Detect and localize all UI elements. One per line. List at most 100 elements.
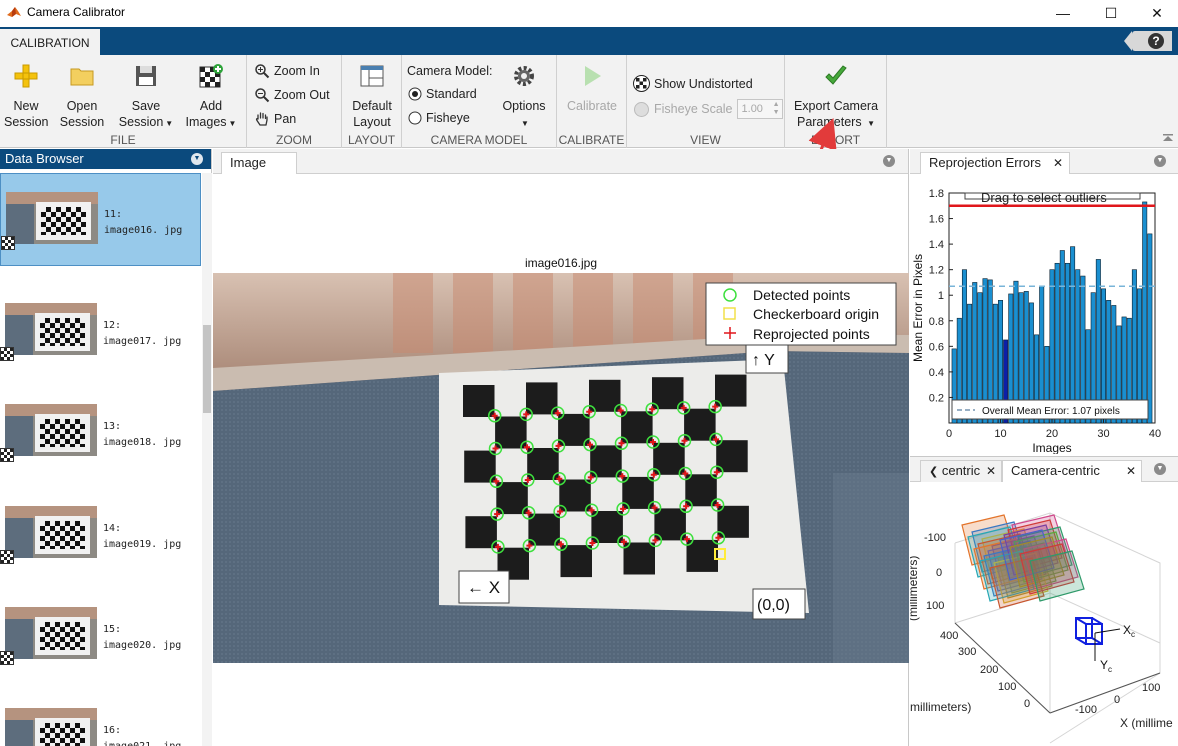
list-item[interactable]: 12: image017. jpg — [0, 285, 201, 378]
checker-square — [560, 545, 592, 578]
open-session-button[interactable]: Open Session — [58, 63, 106, 130]
tab-image[interactable]: Image — [221, 152, 297, 174]
calibrate-button[interactable]: Calibrate — [562, 63, 622, 114]
error-bar[interactable] — [1054, 262, 1060, 424]
tab-left-arrow-icon[interactable]: ❮ — [929, 466, 938, 478]
standard-radio[interactable]: Standard — [408, 87, 477, 101]
tab-calibration[interactable]: CALIBRATION — [0, 29, 100, 55]
x-tick-0: 0 — [1114, 694, 1120, 706]
list-item[interactable]: 11: image016. jpg — [0, 173, 201, 266]
error-bar[interactable] — [1147, 233, 1153, 424]
legend-detected: Detected points — [753, 287, 850, 303]
checkerboard-status-icon — [0, 550, 14, 564]
section-title-view: VIEW — [690, 133, 721, 147]
list-item[interactable]: 16:image021. jpg — [0, 690, 201, 746]
close-pattern-tab-icon[interactable]: ✕ — [986, 461, 996, 481]
camera-menu-icon[interactable]: ▼ — [1154, 463, 1166, 475]
export-camera-parameters-button[interactable]: Export Camera Parameters ▼ — [790, 63, 882, 132]
radio-empty-icon — [408, 111, 422, 125]
error-bar[interactable] — [1095, 259, 1101, 424]
checkerboard-status-icon — [0, 347, 14, 361]
y-tick-200: 200 — [980, 664, 998, 676]
thumbnail-label: 13: image018. jpg — [103, 421, 182, 448]
x-tick-label: 20 — [1046, 428, 1058, 440]
origin-tag-text: (0,0) — [757, 597, 790, 614]
pan-button[interactable]: Pan — [254, 111, 296, 127]
minimize-button[interactable]: — — [1040, 0, 1086, 26]
xc-label: Xc — [1123, 623, 1135, 639]
x-tick-label: 30 — [1097, 428, 1109, 440]
add-images-button[interactable]: Add Images ▼ — [182, 63, 240, 132]
layout-icon — [360, 65, 384, 87]
ribbon-tabstrip: CALIBRATION ? — [0, 27, 1178, 55]
error-bar[interactable] — [1059, 250, 1065, 424]
tab-pattern-centric[interactable]: ❮ centric ✕ — [920, 460, 1002, 482]
list-item[interactable]: 13: image018. jpg — [0, 386, 201, 479]
help-icon: ? — [1148, 33, 1164, 49]
reprojection-menu-icon[interactable]: ▼ — [1154, 155, 1166, 167]
y-tick-400: 400 — [940, 630, 958, 642]
add-images-label: Add Images ▼ — [185, 99, 237, 129]
default-layout-button[interactable]: Default Layout — [348, 63, 396, 130]
camera-glyph — [1075, 617, 1103, 645]
gear-icon — [514, 66, 534, 86]
standard-label: Standard — [426, 87, 477, 101]
list-item[interactable]: 15: image020. jpg — [0, 589, 201, 682]
help-button[interactable]: ? — [1124, 31, 1172, 51]
close-button[interactable]: ✕ — [1134, 0, 1178, 26]
fisheye-radio[interactable]: Fisheye — [408, 111, 470, 125]
tab-camera-centric[interactable]: Camera-centric ✕ — [1002, 460, 1142, 482]
reprojection-error-chart[interactable]: Drag to select outliers Overall Mean Erro… — [910, 174, 1178, 454]
thumbnail-label: 12: image017. jpg — [103, 320, 182, 347]
thumbnail-label: 16:image021. jpg — [103, 725, 181, 746]
image-panel-tabbar: Image ▼ — [213, 149, 908, 174]
tab-reprojection-errors[interactable]: Reprojection Errors ✕ — [920, 152, 1070, 174]
pattern-centric-tab-label: centric — [941, 463, 981, 478]
error-bar[interactable] — [1070, 246, 1076, 424]
checkerboard-status-icon — [1, 236, 15, 250]
new-session-button[interactable]: New Session — [4, 63, 48, 130]
zoom-in-button[interactable]: Zoom In — [254, 63, 320, 79]
pattern-frame — [1029, 550, 1085, 602]
zoom-out-button[interactable]: Zoom Out — [254, 87, 330, 103]
maximize-button[interactable]: ☐ — [1088, 0, 1134, 26]
y-tick-label: 1.6 — [929, 214, 944, 226]
pattern-frames — [961, 514, 1085, 609]
y-tick-0: 0 — [1024, 698, 1030, 710]
collapse-toolstrip-icon[interactable] — [1162, 133, 1174, 143]
save-session-button[interactable]: Save Session ▼ — [118, 63, 174, 132]
show-undistorted-button[interactable]: Show Undistorted — [633, 75, 753, 92]
fisheye-label: Fisheye — [426, 111, 470, 125]
window-title: Camera Calibrator — [27, 5, 126, 19]
image-panel-menu-icon[interactable]: ▼ — [883, 155, 895, 167]
camera-calibrator-app: Camera Calibrator — ☐ ✕ CALIBRATION ? Ne… — [0, 0, 1178, 746]
section-title-file: FILE — [110, 133, 136, 147]
zoom-out-label: Zoom Out — [274, 88, 330, 102]
x-axis-label: X (millime — [1120, 716, 1173, 730]
options-button[interactable]: Options ▼ — [498, 63, 550, 132]
zoom-in-label: Zoom In — [274, 64, 320, 78]
browser-menu-icon[interactable]: ▼ — [191, 153, 203, 165]
camera-centric-plot[interactable]: Xc Yc -100 0 100 400 300 200 100 0 100 0… — [910, 483, 1178, 746]
browser-scroll-thumb[interactable] — [203, 325, 211, 413]
data-browser: Data Browser ▼ 11: image016. jpg 12: image0… — [0, 149, 212, 746]
error-bar[interactable] — [1142, 201, 1148, 424]
list-item[interactable]: 14: image019. jpg — [0, 488, 201, 581]
thumbnail-image — [6, 192, 98, 244]
camera-model-label: Camera Model: — [407, 64, 493, 78]
z-axis-label: (millimeters) — [910, 556, 920, 621]
thumbnail-label: 15: image020. jpg — [103, 624, 182, 651]
add-images-icon — [199, 64, 223, 88]
checker-square — [686, 539, 718, 572]
y-tick-label: 0.8 — [929, 316, 944, 328]
image-legend: Detected points Checkerboard origin Repr… — [705, 282, 897, 346]
section-title-layout: LAYOUT — [347, 133, 396, 147]
toolstrip: New Session Open Session Save Session▼ — [0, 55, 1178, 148]
error-bar[interactable] — [1064, 262, 1070, 424]
options-label: Options ▼ — [502, 99, 546, 128]
show-undistorted-label: Show Undistorted — [654, 76, 753, 91]
matlab-logo-icon — [7, 7, 21, 17]
close-camera-tab-icon[interactable]: ✕ — [1126, 461, 1136, 481]
browser-scrollbar[interactable] — [202, 173, 212, 746]
close-tab-icon[interactable]: ✕ — [1053, 153, 1063, 173]
